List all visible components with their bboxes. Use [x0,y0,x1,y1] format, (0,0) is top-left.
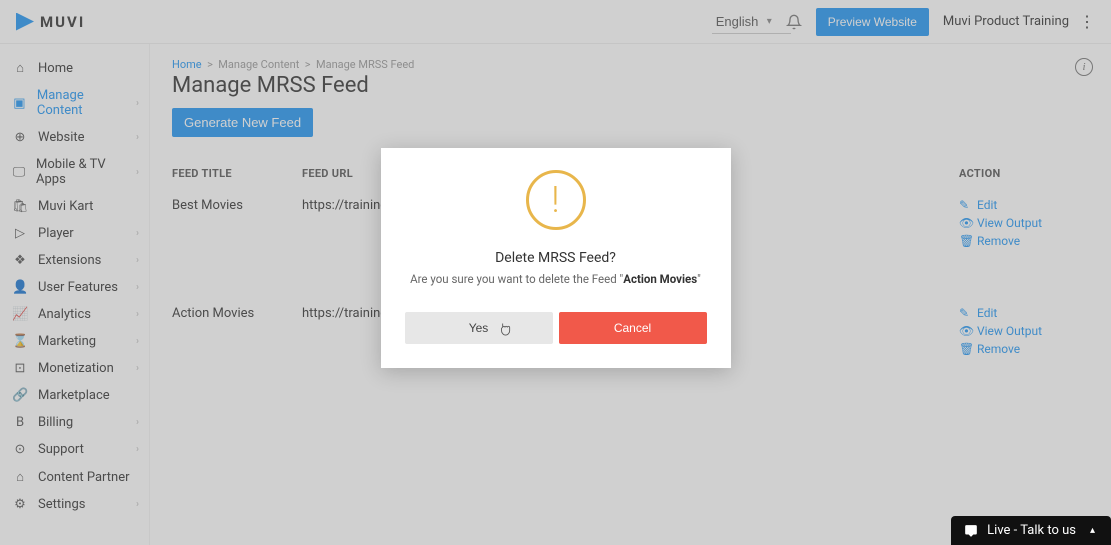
warning-icon: ! [526,170,586,230]
modal-text: Are you sure you want to delete the Feed… [405,272,707,286]
chevron-up-icon: ▴ [1090,525,1095,536]
chat-icon [963,524,979,538]
cursor-icon [498,321,512,337]
chat-label: Live - Talk to us [987,523,1076,538]
live-chat-widget[interactable]: Live - Talk to us ▴ [951,516,1111,545]
modal-title: Delete MRSS Feed? [405,250,707,266]
delete-modal: ! Delete MRSS Feed? Are you sure you wan… [381,148,731,368]
modal-overlay: ! Delete MRSS Feed? Are you sure you wan… [0,0,1111,545]
yes-button[interactable]: Yes [405,312,553,344]
cancel-button[interactable]: Cancel [559,312,707,344]
